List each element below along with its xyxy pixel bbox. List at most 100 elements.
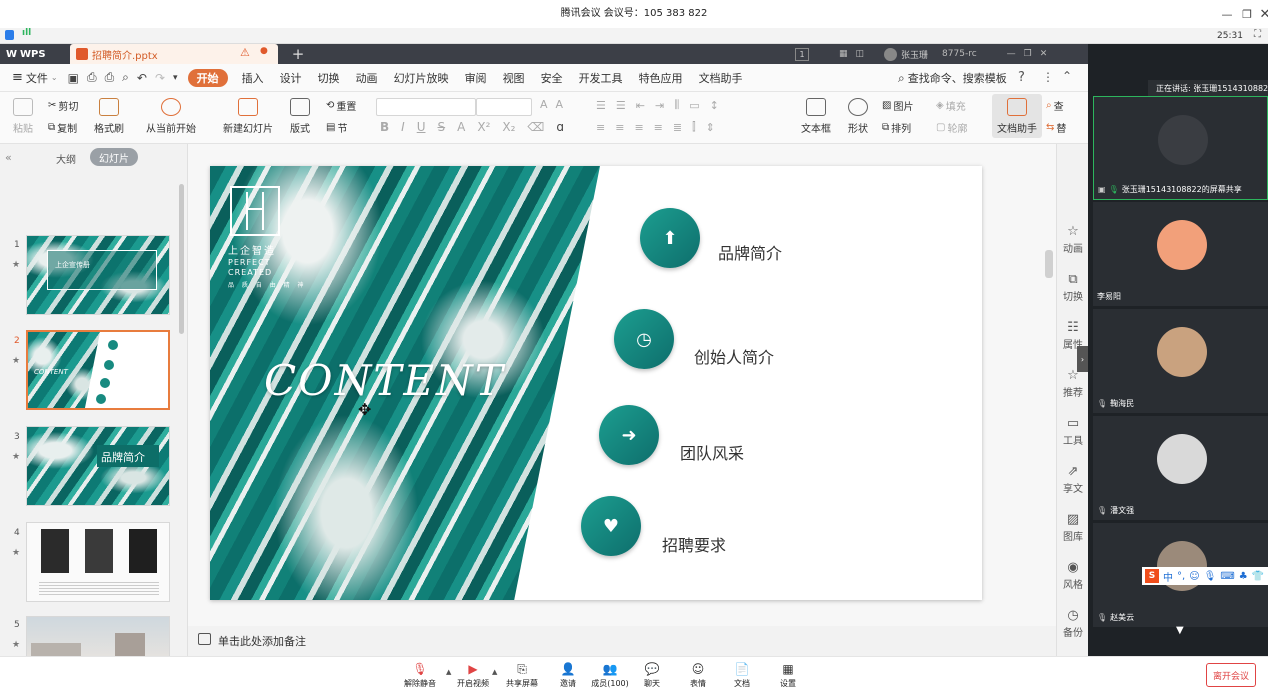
skin-icon[interactable]: ◫	[856, 49, 865, 59]
fullscreen-icon[interactable]: ⛶	[1254, 29, 1261, 40]
wps-home-tab[interactable]: W WPS	[0, 44, 64, 64]
wps-close-icon[interactable]: ✕	[1040, 49, 1048, 59]
emoji-button[interactable]: ☺ 表情	[678, 662, 718, 689]
window-count-badge[interactable]: 1	[795, 47, 809, 61]
paste-button[interactable]: 粘贴	[0, 98, 46, 135]
clear-format-icon[interactable]: ⌫	[527, 120, 544, 134]
warning-icon[interactable]: ⚠	[240, 46, 250, 59]
menu-tab[interactable]: 审阅	[457, 64, 495, 92]
menu-tab[interactable]: 特色应用	[631, 64, 691, 92]
text-direction-icon[interactable]: ⫼	[674, 98, 679, 112]
file-menu[interactable]: ≡ 文件 ⌄	[0, 64, 58, 92]
keyboard-icon[interactable]: ⌨	[1220, 571, 1234, 582]
sidebar-item-backup[interactable]: ◷ 备份	[1057, 608, 1089, 639]
menu-tab[interactable]: 文档助手	[691, 64, 751, 92]
start-video-button[interactable]: ▶ 开启视频	[453, 662, 493, 689]
copy-button[interactable]: ⧉ 复制	[48, 120, 77, 135]
emoji-icon[interactable]: ☺	[1189, 571, 1199, 582]
layout-icon[interactable]: ▦	[839, 49, 848, 59]
settings-button[interactable]: ▦ 设置	[768, 662, 808, 689]
bold-icon[interactable]: B	[380, 120, 389, 134]
new-slide-button[interactable]: 新建幻灯片	[216, 98, 280, 135]
export-pdf-icon[interactable]: ⎙	[87, 70, 97, 85]
slide-canvas[interactable]: 上企智造 PERFECT CREATED 品 质 自 由 精 神 CONTENT…	[210, 166, 982, 600]
line-spacing-icon[interactable]: ↕	[710, 99, 719, 112]
participant-tile[interactable]: ▣ 🎙 张玉珊15143108822的屏幕共享	[1093, 96, 1268, 200]
superscript-icon[interactable]: X²	[477, 120, 490, 134]
gallery-scroll-down-icon[interactable]: ▼	[1176, 625, 1184, 636]
arrange-button[interactable]: ⧉ 排列	[882, 120, 911, 135]
tab-slides[interactable]: 幻灯片	[90, 148, 138, 166]
align-text-icon[interactable]: ▭	[689, 99, 699, 112]
save-icon[interactable]: ▣	[68, 71, 79, 85]
align-left-icon[interactable]: ≡	[596, 121, 605, 134]
wps-restore-icon[interactable]: ❐	[1024, 49, 1032, 59]
sidebar-item-share[interactable]: ⇗ 享文	[1057, 464, 1089, 495]
format-painter-button[interactable]: 格式刷	[86, 98, 132, 135]
participant-tile[interactable]: 李易阳	[1093, 202, 1268, 306]
chat-button[interactable]: 💬 聊天	[632, 662, 672, 689]
help-icon[interactable]: ?	[1018, 70, 1025, 85]
menu-tab[interactable]: 插入	[234, 64, 272, 92]
sidebar-item-style[interactable]: ◉ 风格	[1057, 560, 1089, 591]
wps-minimize-icon[interactable]: —	[1007, 49, 1016, 59]
menu-tab[interactable]: 动画	[348, 64, 386, 92]
fill-button[interactable]: ◈ 填充	[936, 98, 966, 113]
replace-button[interactable]: ⇆ 替	[1046, 120, 1066, 135]
menu-tab[interactable]: 幻灯片放映	[386, 64, 457, 92]
shape-button[interactable]: 形状	[840, 98, 876, 135]
ime-toolbar[interactable]: S 中 °, ☺ 🎙 ⌨ ♣ 👕	[1142, 567, 1268, 585]
menu-tab[interactable]: 开始	[187, 68, 228, 87]
menu-tab[interactable]: 安全	[533, 64, 571, 92]
close-icon[interactable]: ✕	[1254, 4, 1268, 24]
undo-icon[interactable]: ↶	[137, 71, 147, 85]
outline-button[interactable]: ▢ 轮廓	[936, 120, 967, 135]
decrease-indent-icon[interactable]: ⇤	[636, 99, 645, 112]
command-search[interactable]: ⌕ 查找命令、搜索模板	[898, 64, 1007, 92]
leave-meeting-button[interactable]: 离开会议	[1206, 663, 1256, 687]
collapse-panel-icon[interactable]: «	[5, 151, 12, 164]
documents-button[interactable]: 📄 文档	[722, 662, 762, 689]
font-name-select[interactable]	[376, 98, 476, 116]
bullet-list-icon[interactable]: ☰	[596, 99, 606, 112]
notes-area[interactable]: 单击此处添加备注	[188, 626, 1056, 656]
redo-icon[interactable]: ↷	[155, 71, 165, 85]
strikethrough-icon[interactable]: S	[438, 120, 446, 134]
doc-assistant-button[interactable]: 文档助手	[992, 94, 1042, 138]
tab-outline[interactable]: 大纲	[56, 151, 76, 166]
participant-tile[interactable]: 🎙 潘文强	[1093, 416, 1268, 520]
unmute-button[interactable]: 🎙 解除静音	[400, 662, 440, 689]
italic-icon[interactable]: I	[401, 120, 405, 134]
align-right-icon[interactable]: ≡	[634, 121, 643, 134]
reset-button[interactable]: ⟲ 重置	[326, 98, 356, 113]
font-size-select[interactable]	[476, 98, 532, 116]
print-preview-icon[interactable]: ⌕	[122, 70, 129, 85]
distribute-icon[interactable]: ≣	[673, 121, 682, 134]
slide-thumbnail-4[interactable]	[26, 522, 170, 602]
share-screen-button[interactable]: ⎘ 共享屏幕	[502, 662, 542, 689]
sidebar-item-tools[interactable]: ▭ 工具	[1057, 416, 1089, 447]
editor-scroll-thumb[interactable]	[1045, 250, 1053, 278]
collapse-ribbon-icon[interactable]: ⌃	[1062, 69, 1072, 83]
underline-icon[interactable]: U	[417, 120, 426, 134]
font-color-icon[interactable]: A	[457, 120, 465, 134]
menu-tab[interactable]: 切换	[310, 64, 348, 92]
chevron-up-icon[interactable]: ▲	[492, 668, 497, 676]
text-effect-icon[interactable]: ɑ	[556, 120, 564, 134]
notes-placeholder[interactable]: 单击此处添加备注	[218, 633, 306, 649]
increase-font-icon[interactable]: A	[540, 98, 548, 111]
members-button[interactable]: 👥 成员(100)	[590, 662, 630, 689]
slide-thumbnail-1[interactable]: 上企宣传册	[26, 235, 170, 315]
ime-mode-label[interactable]: 中	[1163, 569, 1173, 584]
punctuation-icon[interactable]: °,	[1177, 571, 1185, 582]
customize-quick-access-icon[interactable]: ▾	[173, 73, 178, 83]
sidebar-item-animation[interactable]: ☆ 动画	[1057, 224, 1089, 255]
columns-icon[interactable]: ⫿	[692, 120, 696, 134]
justify-icon[interactable]: ≡	[654, 121, 663, 134]
align-center-icon[interactable]: ≡	[615, 121, 624, 134]
new-tab-icon[interactable]: +	[288, 44, 308, 64]
invite-button[interactable]: 👤 邀请	[548, 662, 588, 689]
more-icon[interactable]: ⋮	[1042, 70, 1054, 84]
picture-button[interactable]: ▨ 图片	[882, 98, 913, 113]
participant-tile[interactable]: 🎙 鞠海民	[1093, 309, 1268, 413]
